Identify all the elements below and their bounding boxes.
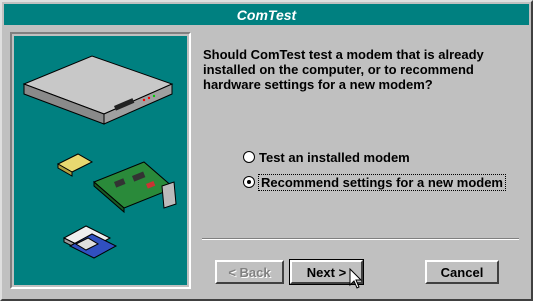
cancel-button[interactable]: Cancel: [425, 260, 499, 284]
radio-circle-selected[interactable]: [243, 176, 255, 188]
mouse-cursor-icon: [349, 268, 363, 289]
separator: [202, 238, 519, 240]
comtest-window: ComTest Should ComTest test a modem that…: [0, 0, 533, 301]
radio-label: Test an installed modem: [259, 149, 410, 165]
radio-label: Recommend settings for a new modem: [258, 173, 506, 191]
question-text: Should ComTest test a modem that is alre…: [203, 47, 484, 92]
illustration-panel: [10, 32, 191, 289]
back-button[interactable]: < Back: [215, 260, 284, 284]
title-bar[interactable]: ComTest: [4, 4, 529, 25]
illustration-svg: [14, 36, 187, 285]
radio-test-installed[interactable]: Test an installed modem: [243, 148, 410, 166]
radio-recommend-settings[interactable]: Recommend settings for a new modem: [243, 173, 506, 191]
radio-circle[interactable]: [243, 151, 255, 163]
window-title: ComTest: [236, 6, 297, 23]
